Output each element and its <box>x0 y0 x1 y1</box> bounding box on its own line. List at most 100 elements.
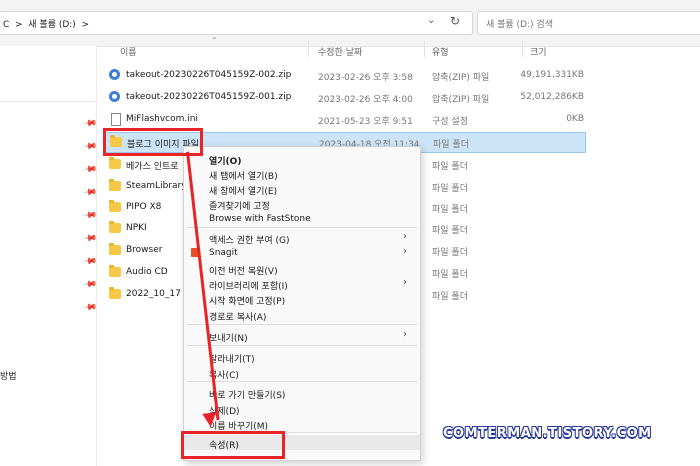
column-divider <box>424 41 425 57</box>
pin-icon[interactable]: 📌 <box>82 186 97 201</box>
file-name: Audio CD <box>126 267 168 277</box>
file-type: 파일 폴더 <box>432 226 468 236</box>
context-menu-item[interactable]: 삭제(D) <box>184 401 420 417</box>
menu-item-label: 바로 가기 만들기(S) <box>209 391 286 401</box>
chevron-right-icon: › <box>403 329 407 340</box>
file-date: 2023-02-26 오후 3:58 <box>318 73 413 83</box>
search-box[interactable]: 새 볼륨 (D:) 검색 <box>477 11 700 35</box>
pin-icon[interactable]: 📌 <box>82 255 97 270</box>
file-type: 파일 폴더 <box>432 292 468 302</box>
menu-item-label: 시작 화면에 고정(P) <box>209 297 286 307</box>
nav-divider <box>0 101 96 102</box>
refresh-icon[interactable]: ↻ <box>450 14 460 28</box>
search-input[interactable]: 새 볼륨 (D:) 검색 <box>486 17 553 30</box>
context-menu-item[interactable]: 새 탭에서 열기(B) <box>184 166 420 182</box>
column-divider <box>308 41 309 57</box>
context-menu-item[interactable]: Snagit › <box>184 245 420 260</box>
menu-item-label: 잘라내기(T) <box>209 355 255 365</box>
folder-icon <box>109 200 121 212</box>
context-menu-item[interactable]: 바로 가기 만들기(S) <box>184 385 420 401</box>
file-name: 2022_10_17 <box>126 289 181 299</box>
menu-separator <box>187 324 417 325</box>
file-row[interactable]: takeout-20230226T045159Z-001.zip 2023-02-… <box>104 88 584 107</box>
chevron-right-icon: › <box>403 246 407 257</box>
column-divider <box>522 41 523 57</box>
file-date: 2023-02-26 오후 4:00 <box>318 95 413 105</box>
pin-icon[interactable]: 📌 <box>82 163 97 178</box>
menu-separator <box>187 381 417 382</box>
file-name: takeout-20230226T045159Z-002.zip <box>126 70 292 80</box>
pin-icon[interactable]: 📌 <box>82 140 97 155</box>
file-row[interactable]: takeout-20230226T045159Z-002.zip 2023-02-… <box>104 66 584 85</box>
context-menu-item[interactable]: 액세스 권한 부여 (G) › <box>184 230 420 246</box>
file-name: SteamLibrary <box>126 181 187 191</box>
file-date: 2021-05-23 오후 9:51 <box>318 117 413 127</box>
context-menu-item[interactable]: 잘라내기(T) <box>184 349 420 365</box>
file-type: 파일 폴더 <box>432 205 468 215</box>
context-menu-item[interactable]: 이전 버전 복원(V) <box>184 261 420 277</box>
menu-item-label: Snagit <box>209 248 238 258</box>
column-header-type[interactable]: 유형 <box>432 45 449 58</box>
file-name: PIPO X8 <box>126 202 162 212</box>
menu-item-label: 경로로 복사(A) <box>209 313 267 323</box>
folder-icon <box>109 221 121 233</box>
folder-icon <box>109 287 121 299</box>
column-header-size[interactable]: 크기 <box>530 45 547 58</box>
file-type: 파일 폴더 <box>432 162 468 172</box>
context-menu-item[interactable]: 열기(O) <box>184 151 420 167</box>
menu-item-label: 보내기(N) <box>209 334 248 344</box>
chevron-right-icon: › <box>403 277 407 288</box>
pin-icon[interactable]: 📌 <box>82 301 97 316</box>
file-name: takeout-20230226T045159Z-001.zip <box>126 92 292 102</box>
folder-icon <box>109 265 121 277</box>
context-menu-item[interactable]: 라이브러리에 포함(I) › <box>184 276 420 292</box>
file-type: 파일 폴더 <box>433 140 469 150</box>
file-name: MiFlashvcom.ini <box>126 114 198 124</box>
file-row[interactable]: MiFlashvcom.ini 2021-05-23 오후 9:51 구성 설정 0K… <box>104 110 584 129</box>
pin-icon[interactable]: 📌 <box>82 209 97 224</box>
annotation-box-properties <box>181 431 285 459</box>
chevron-down-icon[interactable]: ⌄ <box>427 15 435 26</box>
column-header-date[interactable]: 수정한 날짜 <box>318 45 362 58</box>
nav-item-partial[interactable]: 방법 <box>0 369 17 382</box>
sort-indicator-icon: ⌃ <box>211 36 218 45</box>
watermark: COMTERMAN.TISTORY.COM <box>443 426 652 441</box>
context-menu-item[interactable]: 보내기(N) › <box>184 328 420 344</box>
file-type: 압축(ZIP) 파일 <box>432 95 490 105</box>
pin-icon[interactable]: 📌 <box>82 232 97 247</box>
pin-icon[interactable]: 📌 <box>82 278 97 293</box>
context-menu-item[interactable]: 경로로 복사(A) <box>184 307 420 323</box>
menu-separator <box>187 227 417 228</box>
pin-icon[interactable]: 📌 <box>82 117 97 132</box>
context-menu-item[interactable]: 시작 화면에 고정(P) <box>184 291 420 307</box>
context-menu-item[interactable]: 새 창에서 열기(E) <box>184 181 420 197</box>
file-type: 파일 폴더 <box>432 184 468 194</box>
file-type: 파일 폴더 <box>432 248 468 258</box>
folder-icon <box>109 179 121 191</box>
context-menu-item[interactable]: 복사(C) <box>184 365 420 381</box>
column-header-name[interactable]: 이름 <box>120 45 137 58</box>
context-menu-item[interactable]: Browse with FastStone <box>184 211 420 226</box>
zip-icon <box>109 91 120 102</box>
annotation-arrow-head <box>202 412 218 428</box>
top-bar: C > 새 볼륨 (D:) > ⌄ ↻ 새 볼륨 (D:) 검색 <box>0 0 700 47</box>
file-type: 압축(ZIP) 파일 <box>432 73 490 83</box>
file-name: NPKI <box>126 223 147 233</box>
file-type: 파일 폴더 <box>432 270 468 280</box>
chevron-right-icon: › <box>403 231 407 242</box>
folder-icon <box>109 157 121 169</box>
zip-icon <box>109 69 120 80</box>
file-size: 0KB <box>566 114 584 124</box>
address-bar[interactable]: C > 새 볼륨 (D:) > ⌄ ↻ <box>0 11 473 35</box>
folder-icon <box>109 243 121 255</box>
ini-file-icon <box>111 113 121 126</box>
file-size: 52,012,286KB <box>520 92 584 102</box>
context-menu-item[interactable]: 즐겨찾기에 고정 <box>184 196 420 212</box>
file-name: 베가스 인트로 <box>126 162 179 172</box>
file-size: 49,191,331KB <box>520 70 584 80</box>
menu-separator <box>187 345 417 346</box>
file-type: 구성 설정 <box>432 117 468 127</box>
breadcrumb[interactable]: C > 새 볼륨 (D:) > <box>3 17 89 30</box>
file-name: Browser <box>126 245 163 255</box>
navigation-pane: 📌 📌 📌 📌 📌 📌 📌 📌 📌 방법 <box>0 46 97 466</box>
